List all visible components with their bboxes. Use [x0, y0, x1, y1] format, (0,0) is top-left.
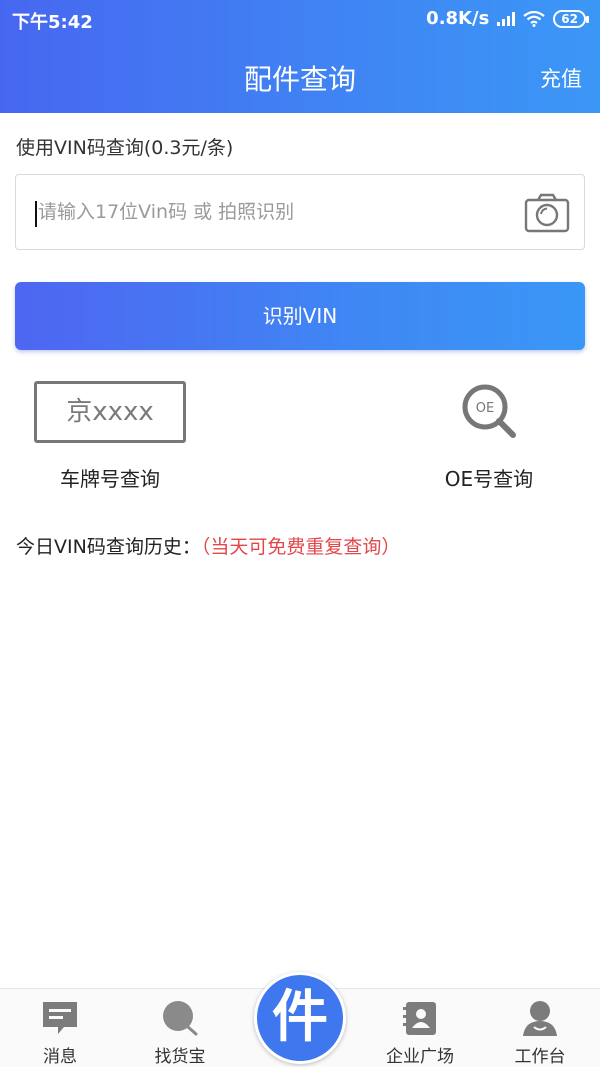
message-icon	[43, 1002, 77, 1034]
oe-icon-text: OE	[476, 401, 494, 416]
contacts-icon	[403, 1002, 436, 1035]
camera-icon[interactable]	[524, 193, 570, 233]
tab-messages[interactable]: 消息	[0, 989, 120, 1067]
search-icon	[163, 1001, 198, 1036]
tab-label: 消息	[43, 1047, 77, 1067]
battery-icon: 62	[553, 9, 589, 28]
vin-input[interactable]	[38, 175, 508, 249]
oe-query-button[interactable]: OE OE号查询	[434, 381, 544, 491]
wifi-icon	[523, 10, 545, 27]
oe-query-label: OE号查询	[444, 467, 534, 491]
plate-query-label: 车牌号查询	[60, 467, 160, 491]
tab-workbench[interactable]: 工作台	[480, 989, 600, 1067]
plate-query-button[interactable]: 京xxxx 车牌号查询	[34, 381, 186, 491]
history-note: （当天可免费重复查询）	[200, 536, 401, 558]
recharge-button[interactable]: 充值	[540, 63, 582, 93]
vin-input-container	[15, 174, 585, 250]
user-icon	[523, 1001, 557, 1036]
network-speed: 0.8K/s	[426, 8, 490, 29]
plate-sample-icon: 京xxxx	[34, 381, 186, 443]
tab-enterprise-square[interactable]: 企业广场	[360, 989, 480, 1067]
identify-vin-button[interactable]: 识别VIN	[15, 282, 585, 350]
center-parts-button[interactable]: 件	[254, 972, 346, 1064]
signal-icon	[497, 11, 516, 26]
status-bar: 下午5:42 0.8K/s 62	[0, 0, 600, 38]
page-title: 配件查询	[243, 63, 356, 96]
tab-label: 企业广场	[386, 1047, 454, 1067]
text-caret	[35, 201, 37, 227]
vin-query-label: 使用VIN码查询(0.3元/条)	[16, 137, 234, 159]
history-heading: 今日VIN码查询历史：（当天可免费重复查询）	[16, 532, 400, 559]
status-time: 下午5:42	[12, 12, 93, 33]
tab-find-goods[interactable]: 找货宝	[120, 989, 240, 1067]
tab-label: 工作台	[514, 1047, 566, 1067]
oe-search-icon: OE	[462, 384, 516, 438]
header: 下午5:42 0.8K/s 62 配件查询 充值	[0, 0, 600, 113]
status-indicators: 0.8K/s 62	[426, 8, 589, 29]
history-label: 今日VIN码查询历史：	[16, 536, 201, 558]
tab-label: 找货宝	[154, 1047, 206, 1067]
